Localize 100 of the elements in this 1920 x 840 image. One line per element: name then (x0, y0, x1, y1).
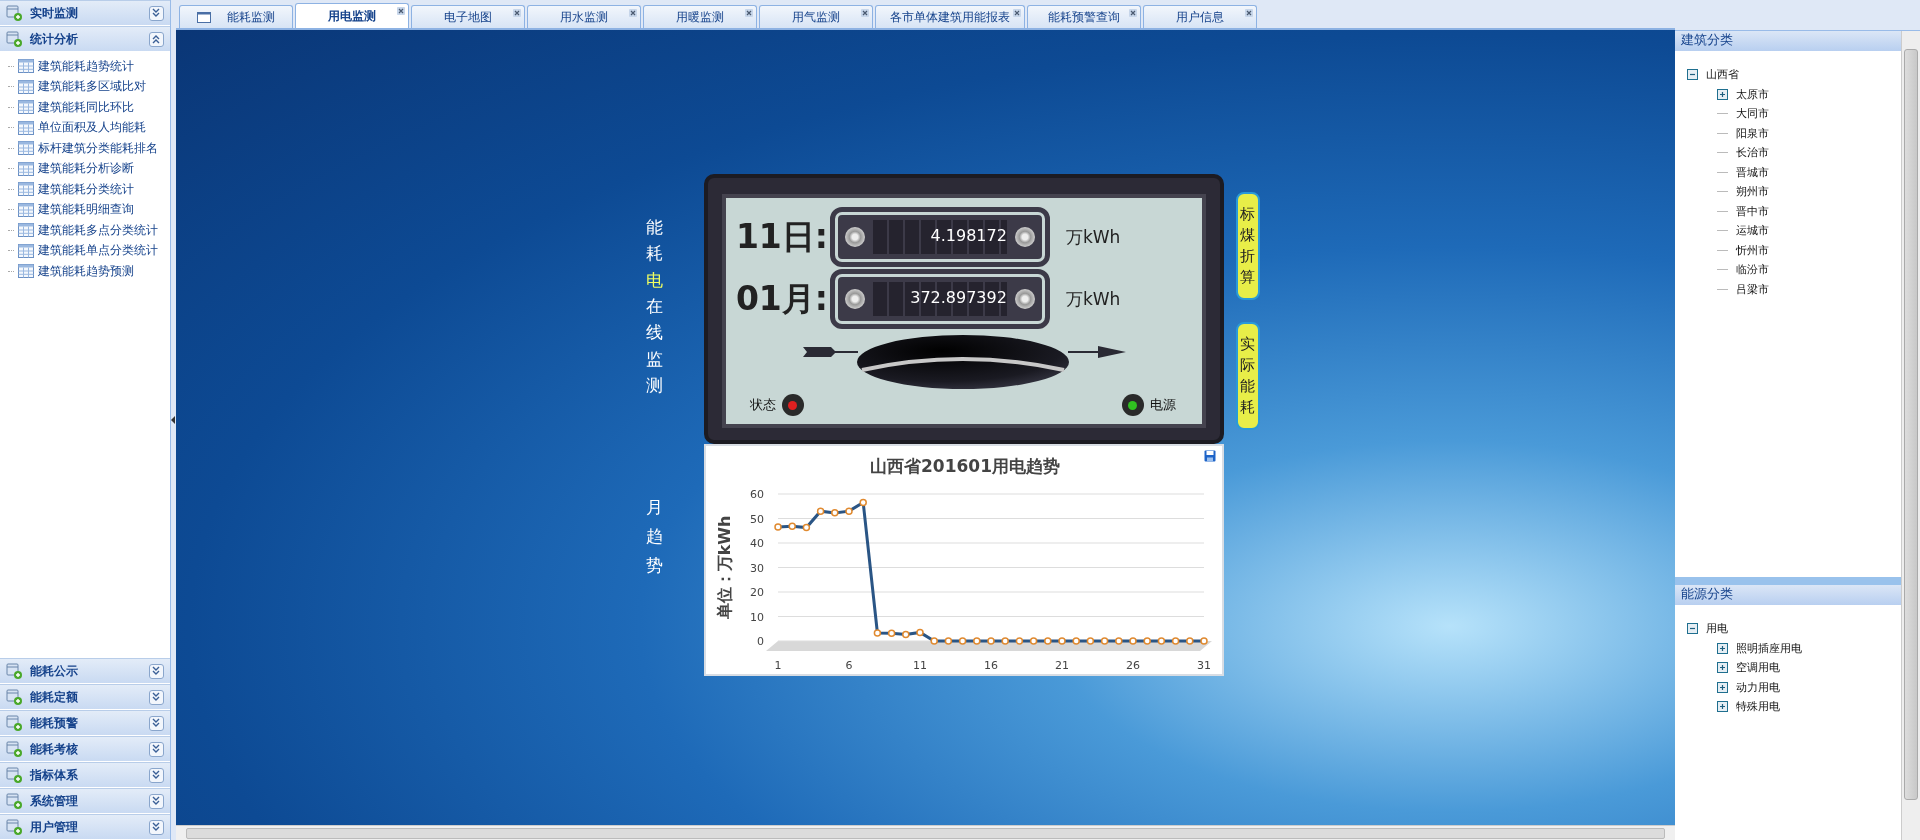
data-point (1086, 637, 1095, 645)
close-icon[interactable] (1244, 9, 1253, 17)
panel-title: 建筑分类 (1675, 31, 1901, 51)
tree-item[interactable]: 山西省 (1706, 67, 1740, 83)
vertical-scrollbar[interactable] (1901, 31, 1920, 840)
tab[interactable]: 电子地图 (410, 5, 525, 28)
accordion-header[interactable]: 能耗定额 (0, 684, 170, 710)
expand-icon[interactable] (1717, 701, 1729, 713)
meter-mode-button[interactable]: 标煤折算 (1235, 192, 1260, 300)
tree-item[interactable]: 特殊用电 (1736, 699, 1781, 715)
data-point (901, 630, 910, 639)
collapse-icon[interactable] (1687, 69, 1699, 81)
tab[interactable]: 用暖监测 (642, 5, 757, 28)
expand-button[interactable] (148, 793, 164, 809)
x-tick-label: 11 (912, 659, 927, 672)
collapse-button[interactable] (148, 31, 164, 47)
y-tick-label: 10 (749, 610, 764, 624)
menu-item-label: 建筑能耗明细查询 (38, 201, 134, 219)
x-tick-label: 21 (1054, 659, 1069, 672)
data-point (873, 629, 882, 637)
expand-button[interactable] (148, 689, 164, 705)
table-icon (18, 223, 34, 238)
chevron-icon (151, 744, 162, 754)
menu-item-label: 建筑能耗分类统计 (38, 180, 134, 198)
tab[interactable]: 用气监测 (758, 5, 873, 28)
accordion-header[interactable]: 能耗考核 (0, 736, 170, 762)
screw-icon (844, 227, 865, 247)
tree-item[interactable]: 长治市 (1736, 145, 1770, 161)
accordion-header[interactable]: 指标体系 (0, 762, 170, 788)
close-icon[interactable] (1012, 9, 1021, 17)
tree-item[interactable]: 朔州市 (1736, 184, 1770, 200)
chevron-icon (151, 796, 162, 806)
menu-item-label: 建筑能耗多区域比对 (38, 78, 146, 96)
data-point (1100, 637, 1109, 645)
accordion-header[interactable]: 实时监测 (0, 0, 170, 26)
tree-item[interactable]: 大同市 (1736, 106, 1770, 122)
accordion-header[interactable]: 系统管理 (0, 788, 170, 814)
close-icon[interactable] (396, 7, 405, 15)
tree-item[interactable]: 临汾市 (1736, 262, 1770, 278)
period-label: 01月: (735, 277, 826, 320)
data-point (788, 522, 796, 531)
tab[interactable]: 能耗预警查询 (1026, 5, 1141, 28)
meter-mode-button[interactable]: 实际能耗 (1235, 322, 1260, 430)
tree-item[interactable]: 空调用电 (1736, 660, 1781, 676)
tree-item[interactable]: 晋城市 (1736, 164, 1770, 180)
close-icon[interactable] (744, 9, 753, 17)
accordion-header[interactable]: 用户管理 (0, 814, 170, 840)
tree-item[interactable]: 忻州市 (1736, 242, 1770, 258)
tab[interactable]: 用户信息 (1142, 5, 1257, 28)
y-tick-label: 0 (756, 635, 764, 648)
close-icon[interactable] (628, 9, 637, 17)
accordion-header[interactable]: 统计分析 (0, 26, 170, 52)
tree-item[interactable]: 吕梁市 (1736, 281, 1770, 297)
expand-icon[interactable] (1717, 662, 1729, 674)
tab[interactable]: 用水监测 (526, 5, 641, 28)
accordion-header[interactable]: 能耗预警 (0, 710, 170, 736)
expand-button[interactable] (148, 5, 164, 21)
tab[interactable]: 能耗监测 (178, 5, 293, 28)
screw-icon (1014, 289, 1035, 309)
tree-item[interactable]: 晋中市 (1736, 203, 1770, 219)
tree-item[interactable]: 阳泉市 (1736, 125, 1770, 141)
expand-button[interactable] (148, 819, 164, 835)
expand-button[interactable] (148, 663, 164, 679)
tab[interactable]: 各市单体建筑用能报表 (874, 5, 1025, 28)
horizontal-scrollbar[interactable] (175, 825, 1676, 840)
expand-button[interactable] (148, 715, 164, 731)
tab[interactable]: 用电监测 (294, 3, 409, 28)
tree-item[interactable]: 用电 (1706, 621, 1729, 637)
expand-button[interactable] (148, 741, 164, 757)
close-icon[interactable] (1128, 9, 1137, 17)
trend-label: 月趋势 (645, 496, 663, 578)
menu-item-label: 建筑能耗单点分类统计 (38, 242, 158, 260)
expand-icon[interactable] (1717, 681, 1729, 693)
collapse-icon[interactable] (1687, 623, 1699, 635)
data-point (1029, 637, 1038, 645)
chevron-icon (151, 692, 162, 702)
menu-item-label: 标杆建筑分类能耗排名 (38, 139, 158, 157)
y-tick-label: 50 (749, 512, 764, 526)
screw-icon (1014, 227, 1035, 247)
data-point (1200, 637, 1208, 645)
data-point (1129, 637, 1137, 645)
close-icon[interactable] (512, 9, 521, 17)
save-icon[interactable] (1203, 450, 1216, 462)
y-axis-label: 单位：万kWh (714, 515, 734, 620)
tree-item[interactable]: 动力用电 (1736, 679, 1781, 695)
module-icon (6, 793, 22, 809)
close-icon[interactable] (860, 9, 869, 17)
expand-icon[interactable] (1717, 642, 1729, 654)
tree-item[interactable]: 运城市 (1736, 223, 1770, 239)
expand-button[interactable] (148, 767, 164, 783)
menu-item-label: 建筑能耗多点分类统计 (38, 221, 158, 239)
accordion-header[interactable]: 能耗公示 (0, 658, 170, 684)
table-icon (18, 120, 34, 135)
tree-item[interactable]: 照明插座用电 (1736, 640, 1803, 656)
table-icon (18, 141, 34, 156)
table-icon (18, 243, 34, 258)
tree-item[interactable]: 太原市 (1736, 86, 1770, 102)
data-point (830, 509, 839, 517)
y-tick-label: 20 (749, 586, 764, 599)
expand-icon[interactable] (1717, 88, 1729, 100)
